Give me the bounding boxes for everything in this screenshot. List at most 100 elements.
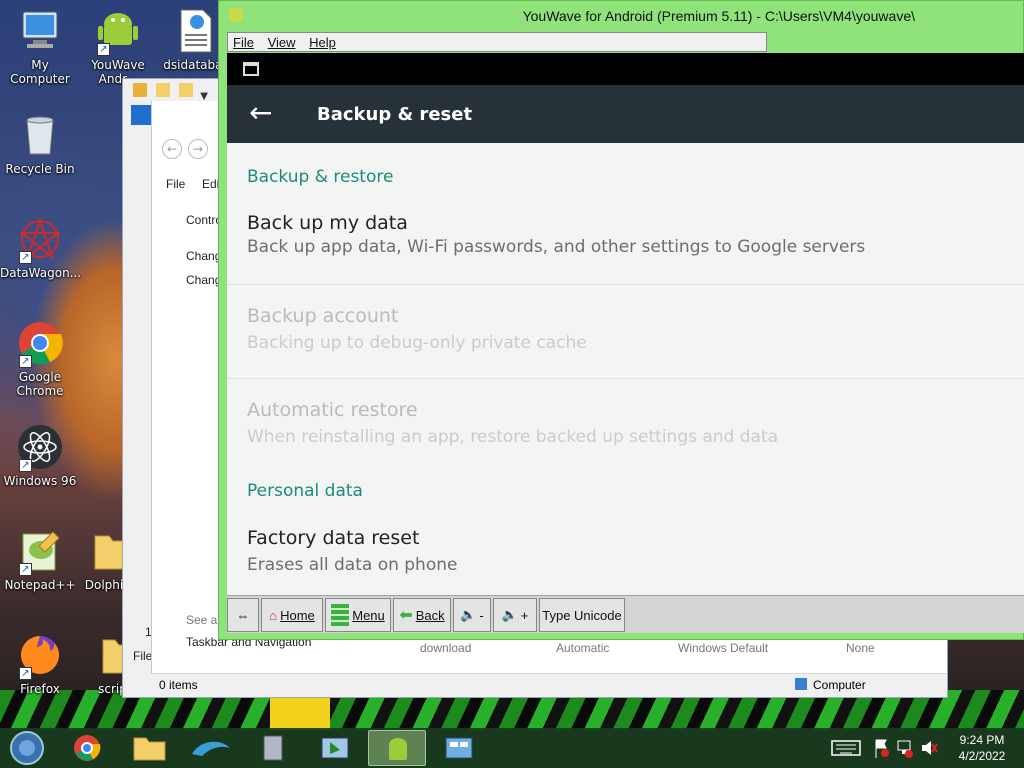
start-button[interactable] (2, 730, 52, 766)
desktop-icon-label: DataWagon... (0, 266, 82, 280)
explorer-side-strip (131, 105, 151, 125)
youwave-toolbar: ⇔ ⌂ Home Menu ⬅ Back 🔈 - 🔈 + Type Unicode (227, 595, 1024, 633)
change-link-2[interactable]: Chang (186, 273, 221, 287)
shortcut-arrow-icon: ↗ (97, 43, 110, 56)
taskbar: 9:24 PM 4/2/2022 (0, 728, 1024, 768)
section-header: Personal data (247, 481, 363, 501)
explorer-left-file-menu[interactable]: File (133, 649, 152, 663)
new-folder-icon[interactable] (179, 83, 194, 97)
taskbar-installer[interactable] (306, 730, 364, 766)
control-panel-link[interactable]: Contro (186, 213, 222, 227)
section-header: Backup & restore (247, 167, 394, 187)
desktop-icon-label: Windows 96 (3, 474, 77, 488)
desktop-icon-youwave[interactable]: ↗ YouWave Andr... (78, 8, 158, 86)
desktop-icon-datawagon[interactable]: ↗ DataWagon... (0, 216, 82, 280)
desktop-icon-dolphin[interactable]: Dolphi (80, 528, 128, 592)
shortcut-arrow-icon: ↗ (19, 563, 32, 576)
row-value: None (846, 641, 875, 655)
desktop-icon-label: Firefox (20, 682, 60, 696)
datawagon-icon: ↗ (17, 216, 63, 264)
computer-icon (17, 8, 63, 54)
pref-title: Automatic restore (247, 399, 418, 421)
taskbar-control-panel[interactable] (430, 730, 488, 766)
menu-view[interactable]: View (263, 33, 301, 50)
desktop-icon-chrome[interactable]: ↗ Google Chrome (0, 320, 80, 398)
items-count: 0 items (159, 678, 198, 692)
clock-date: 4/2/2022 (958, 749, 1006, 763)
section-personal-data: Personal data (227, 473, 1024, 515)
row-value: Windows Default (678, 641, 769, 655)
shortcut-arrow-icon: ↗ (19, 355, 32, 368)
desktop-icon-recycle-bin[interactable]: Recycle Bin (0, 112, 80, 176)
android-screen: ← Backup & reset Backup & restore Back u… (227, 53, 1024, 595)
youwave-titlebar[interactable]: YouWave for Android (Premium 5.11) - C:\… (219, 1, 1023, 31)
shortcut-arrow-icon: ↗ (19, 251, 32, 264)
computer-icon (795, 678, 807, 690)
action-center-flag-icon[interactable] (872, 728, 890, 768)
resize-arrows-icon[interactable]: ⇔ (227, 598, 259, 632)
pref-title[interactable]: Back up my data (247, 212, 408, 234)
back-arrow-icon: ⬅ (399, 607, 413, 624)
pref-title: Backup account (247, 305, 399, 327)
desktop-icon-label: Google Chrome (16, 370, 64, 398)
pref-back-up-my-data[interactable]: Back up app data, Wi-Fi passwords, and o… (227, 233, 1024, 285)
desktop-icon-my-computer[interactable]: My Computer (0, 8, 80, 86)
type-unicode-button[interactable]: Type Unicode (539, 598, 625, 632)
desktop-icon-firefox[interactable]: ↗ Firefox (0, 632, 80, 696)
menu-help[interactable]: Help (304, 33, 341, 50)
properties-icon[interactable] (133, 83, 147, 97)
keyboard-icon[interactable] (830, 728, 862, 768)
taskbar-archive[interactable] (244, 730, 302, 766)
menu-file[interactable]: File (166, 177, 185, 191)
chrome-icon: ↗ (17, 320, 63, 368)
home-icon: ⌂ (269, 607, 278, 623)
back-button[interactable]: ⬅ Back (393, 598, 451, 632)
android-status-bar (227, 53, 1024, 85)
volume-muted-icon[interactable] (920, 728, 938, 768)
menu-file[interactable]: File (228, 33, 259, 50)
row-value: Automatic (556, 641, 610, 655)
pref-factory-data-reset[interactable]: Factory data reset Erases all data on ph… (227, 515, 1024, 595)
folder-icon[interactable] (156, 83, 171, 97)
shortcut-arrow-icon: ↗ (19, 667, 32, 680)
nav-back-icon[interactable]: ← (162, 139, 182, 159)
clock[interactable]: 9:24 PM 4/2/2022 (944, 728, 1020, 768)
network-icon[interactable] (896, 728, 914, 768)
taskbar-youwave-active[interactable] (368, 730, 426, 766)
taskbar-dolphin[interactable] (182, 730, 240, 766)
speaker-icon: 🔈 (501, 607, 518, 622)
home-button[interactable]: ⌂ Home (261, 598, 323, 632)
menu-button[interactable]: Menu (325, 598, 391, 632)
explorer-quick-toolbar[interactable]: ▼ (131, 81, 221, 102)
volume-up-button[interactable]: 🔈 + (493, 598, 537, 632)
desktop-icon-label: Notepad++ (4, 578, 76, 592)
back-arrow-icon[interactable]: ← (249, 99, 272, 127)
youwave-window-title: YouWave for Android (Premium 5.11) - C:\… (522, 8, 915, 24)
youwave-menubar: File View Help (227, 32, 767, 52)
pref-title: Factory data reset (247, 527, 420, 549)
desktop-icon-windows96[interactable]: ↗ Windows 96 (0, 424, 80, 488)
taskbar-file-explorer[interactable] (120, 730, 178, 766)
explorer-status-bar: 0 items Computer (151, 673, 947, 697)
desktop-icon-label: Recycle Bin (5, 162, 75, 176)
page-title: Backup & reset (317, 104, 473, 125)
pref-summary: Erases all data on phone (247, 555, 458, 575)
android-icon: ↗ (95, 8, 141, 56)
firefox-icon: ↗ (17, 632, 63, 680)
change-link-1[interactable]: Chang (186, 249, 221, 263)
nav-forward-icon[interactable]: → (188, 139, 208, 159)
folder-icon (81, 528, 127, 574)
pref-summary: Back up app data, Wi-Fi passwords, and o… (247, 237, 866, 257)
desktop-icon-label: My Computer (10, 58, 70, 86)
section-backup-restore: Backup & restore Back up my data (227, 143, 1024, 234)
terminal-icon[interactable] (243, 62, 259, 76)
taskbar-chrome[interactable] (58, 730, 116, 766)
speaker-icon: 🔈 (460, 607, 477, 622)
clock-time: 9:24 PM (959, 733, 1005, 747)
pref-summary: When reinstalling an app, restore backed… (247, 427, 779, 447)
volume-down-button[interactable]: 🔈 - (453, 598, 491, 632)
desktop-icon-notepadpp[interactable]: ↗ Notepad++ (0, 528, 80, 592)
recycle-bin-icon (17, 112, 63, 158)
html-document-icon (173, 8, 219, 54)
pref-summary: Backing up to debug-only private cache (247, 333, 587, 353)
